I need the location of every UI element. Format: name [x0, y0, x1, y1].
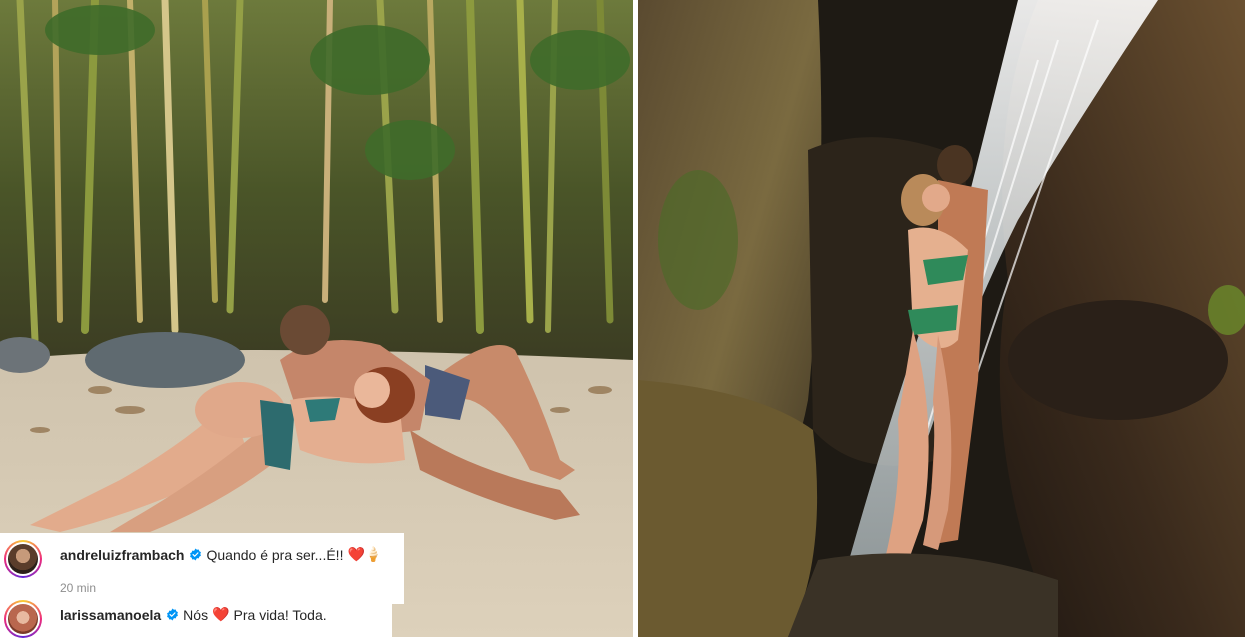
- waterfall-photo: [638, 0, 1245, 637]
- comment-line: andreluizframbach Quando é pra ser...É!!…: [60, 546, 382, 563]
- avatar[interactable]: [4, 600, 42, 638]
- comment-emoji: ❤️🍦: [347, 546, 383, 562]
- comment-text: Quando é pra ser...É!!: [206, 546, 344, 563]
- comment-andreluizframbach: andreluizframbach Quando é pra ser...É!!…: [0, 533, 404, 604]
- comment-username[interactable]: andreluizframbach: [60, 547, 184, 563]
- avatar[interactable]: [4, 540, 42, 578]
- comment-username[interactable]: larissamanoela: [60, 607, 161, 623]
- avatar-image: [8, 544, 38, 574]
- waterfall-photo-art: [638, 0, 1245, 637]
- avatar-image: [8, 604, 38, 634]
- comment-line: larissamanoela Nós ❤️ Pra vida! Toda.: [60, 606, 327, 623]
- heart-emoji: ❤️: [212, 606, 230, 622]
- comment-timestamp: 20 min: [60, 581, 97, 595]
- verified-badge-icon: [167, 608, 179, 621]
- comment-larissamanoela: larissamanoela Nós ❤️ Pra vida! Toda.: [0, 597, 392, 638]
- verified-badge-icon: [190, 548, 202, 561]
- comment-text-before: Nós: [183, 606, 209, 623]
- comment-text-after: Pra vida! Toda.: [233, 606, 327, 623]
